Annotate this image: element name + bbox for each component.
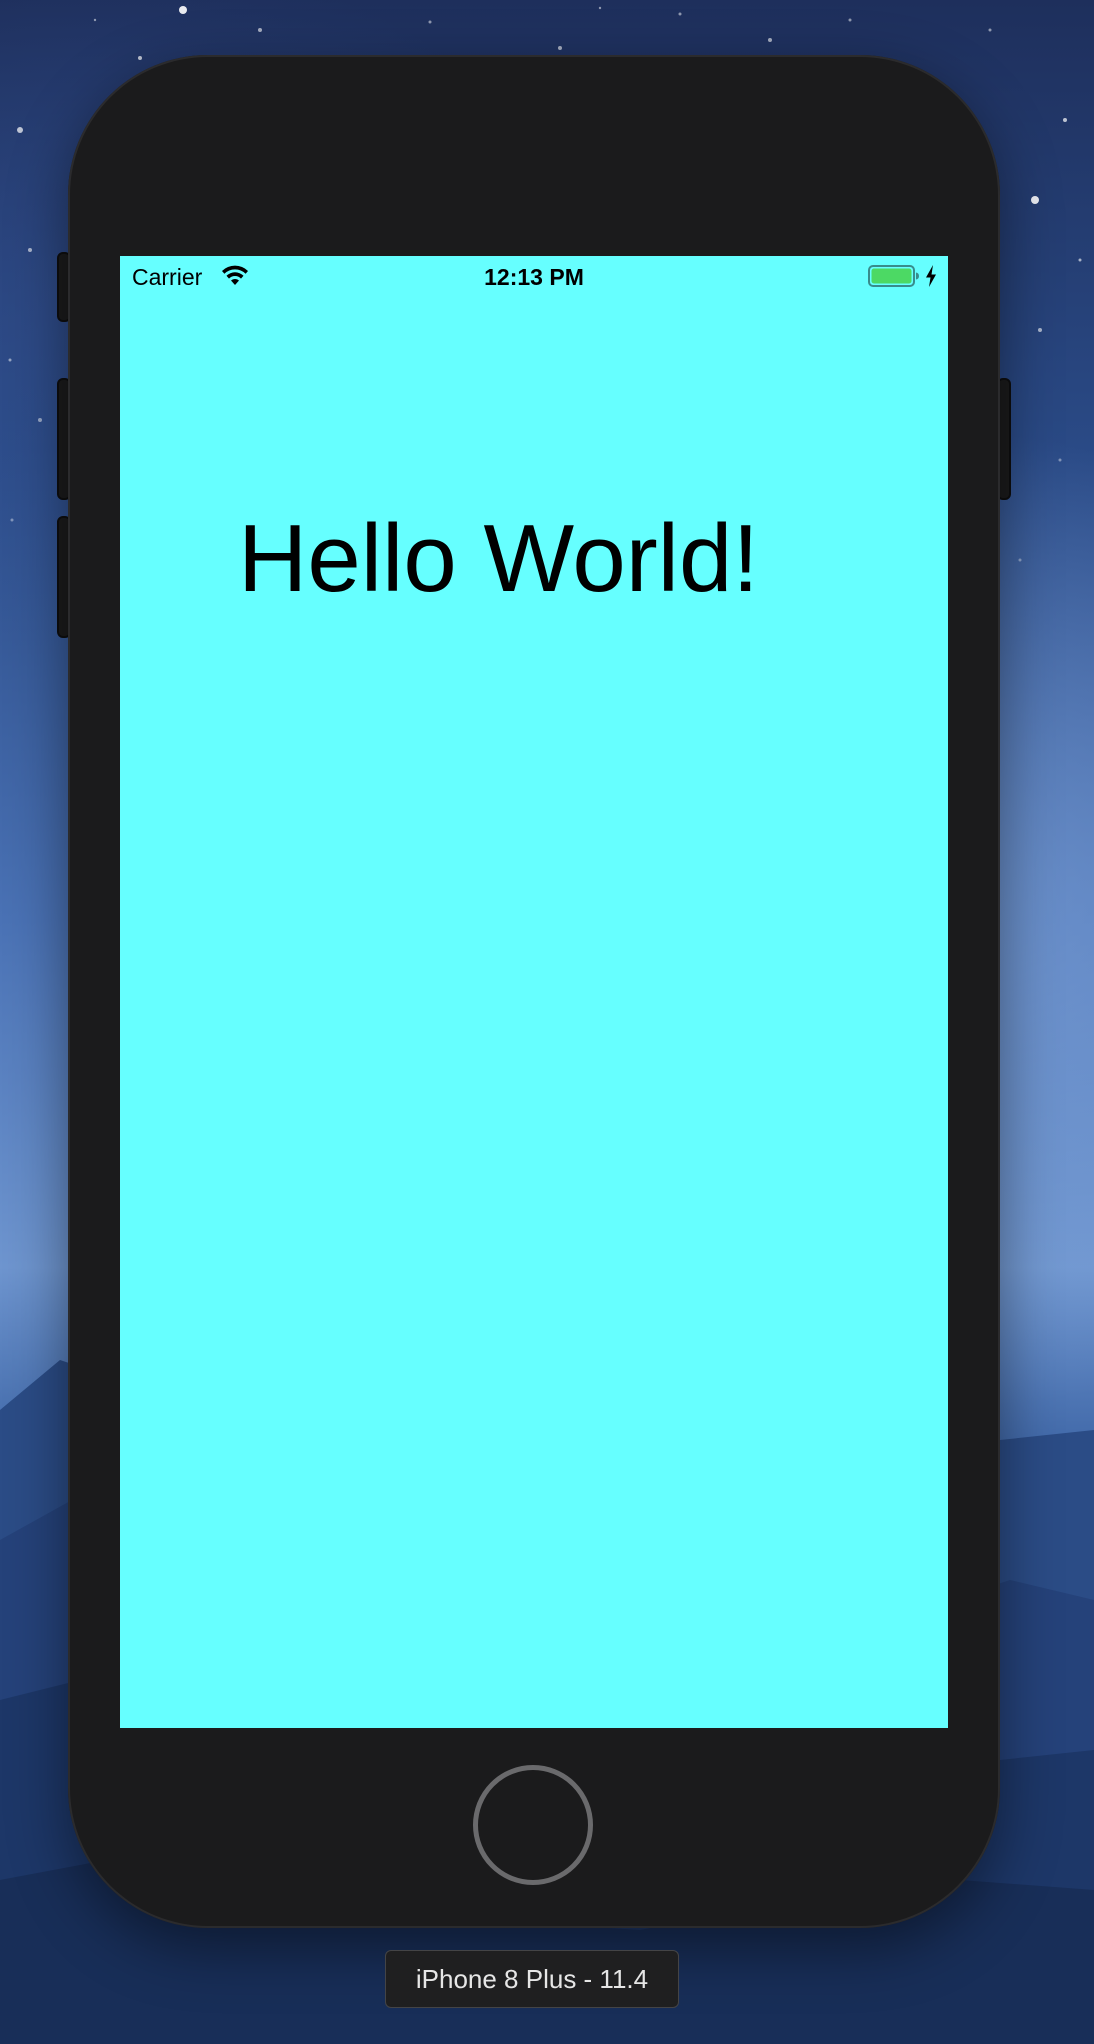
charging-bolt-icon (926, 265, 936, 287)
battery-level-fill (871, 268, 912, 284)
app-screen[interactable]: Carrier 12:13 PM Hello World! (120, 256, 948, 1728)
home-button[interactable] (473, 1765, 593, 1885)
hello-world-label: Hello World! (238, 505, 760, 612)
battery-icon (868, 265, 919, 287)
status-bar: Carrier 12:13 PM (120, 256, 948, 296)
status-time: 12:13 PM (484, 264, 584, 290)
simulator-device-label: iPhone 8 Plus - 11.4 (385, 1950, 679, 2008)
